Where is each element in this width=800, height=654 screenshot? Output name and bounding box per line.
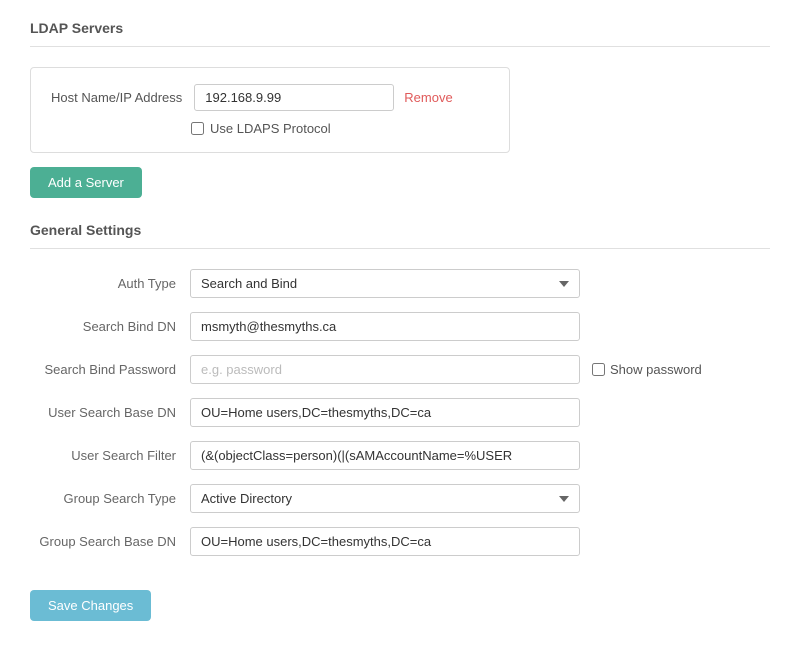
group-search-type-select[interactable]: Active Directory POSIX None xyxy=(190,484,580,513)
host-label: Host Name/IP Address xyxy=(51,90,182,105)
search-bind-password-row: Search Bind Password Show password xyxy=(30,355,770,384)
add-server-button[interactable]: Add a Server xyxy=(30,167,142,198)
server-card: Host Name/IP Address Remove Use LDAPS Pr… xyxy=(30,67,510,153)
ldaps-row: Use LDAPS Protocol xyxy=(51,121,489,136)
general-section-title: General Settings xyxy=(30,222,770,238)
show-password-checkbox[interactable] xyxy=(592,363,605,376)
group-search-base-dn-row: Group Search Base DN xyxy=(30,527,770,556)
search-bind-password-label: Search Bind Password xyxy=(30,362,190,377)
show-password-label[interactable]: Show password xyxy=(610,362,702,377)
ldap-section-divider xyxy=(30,46,770,47)
user-search-base-dn-label: User Search Base DN xyxy=(30,405,190,420)
user-search-filter-label: User Search Filter xyxy=(30,448,190,463)
password-row: Show password xyxy=(190,355,702,384)
server-host-row: Host Name/IP Address Remove xyxy=(51,84,489,111)
search-bind-dn-label: Search Bind DN xyxy=(30,319,190,334)
search-bind-dn-row: Search Bind DN xyxy=(30,312,770,341)
host-input[interactable] xyxy=(194,84,394,111)
ldap-section-title: LDAP Servers xyxy=(30,20,770,36)
ldaps-checkbox[interactable] xyxy=(191,122,204,135)
auth-type-label: Auth Type xyxy=(30,276,190,291)
user-search-base-dn-row: User Search Base DN xyxy=(30,398,770,427)
save-changes-button[interactable]: Save Changes xyxy=(30,590,151,621)
group-search-base-dn-input[interactable] xyxy=(190,527,580,556)
group-search-type-label: Group Search Type xyxy=(30,491,190,506)
remove-link[interactable]: Remove xyxy=(404,90,452,105)
save-button-wrapper: Save Changes xyxy=(30,580,770,621)
group-search-type-row: Group Search Type Active Directory POSIX… xyxy=(30,484,770,513)
general-section-divider xyxy=(30,248,770,249)
general-settings-section: General Settings Auth Type Search and Bi… xyxy=(30,222,770,556)
show-password-wrapper: Show password xyxy=(592,362,702,377)
search-bind-password-input[interactable] xyxy=(190,355,580,384)
auth-type-row: Auth Type Search and Bind Direct Bind LD… xyxy=(30,269,770,298)
user-search-filter-row: User Search Filter xyxy=(30,441,770,470)
ldaps-label[interactable]: Use LDAPS Protocol xyxy=(210,121,331,136)
auth-type-select[interactable]: Search and Bind Direct Bind LDAP xyxy=(190,269,580,298)
user-search-filter-input[interactable] xyxy=(190,441,580,470)
group-search-base-dn-label: Group Search Base DN xyxy=(30,534,190,549)
ldap-servers-section: LDAP Servers Host Name/IP Address Remove… xyxy=(30,20,770,222)
search-bind-dn-input[interactable] xyxy=(190,312,580,341)
user-search-base-dn-input[interactable] xyxy=(190,398,580,427)
add-server-button-wrapper: Add a Server xyxy=(30,167,770,222)
